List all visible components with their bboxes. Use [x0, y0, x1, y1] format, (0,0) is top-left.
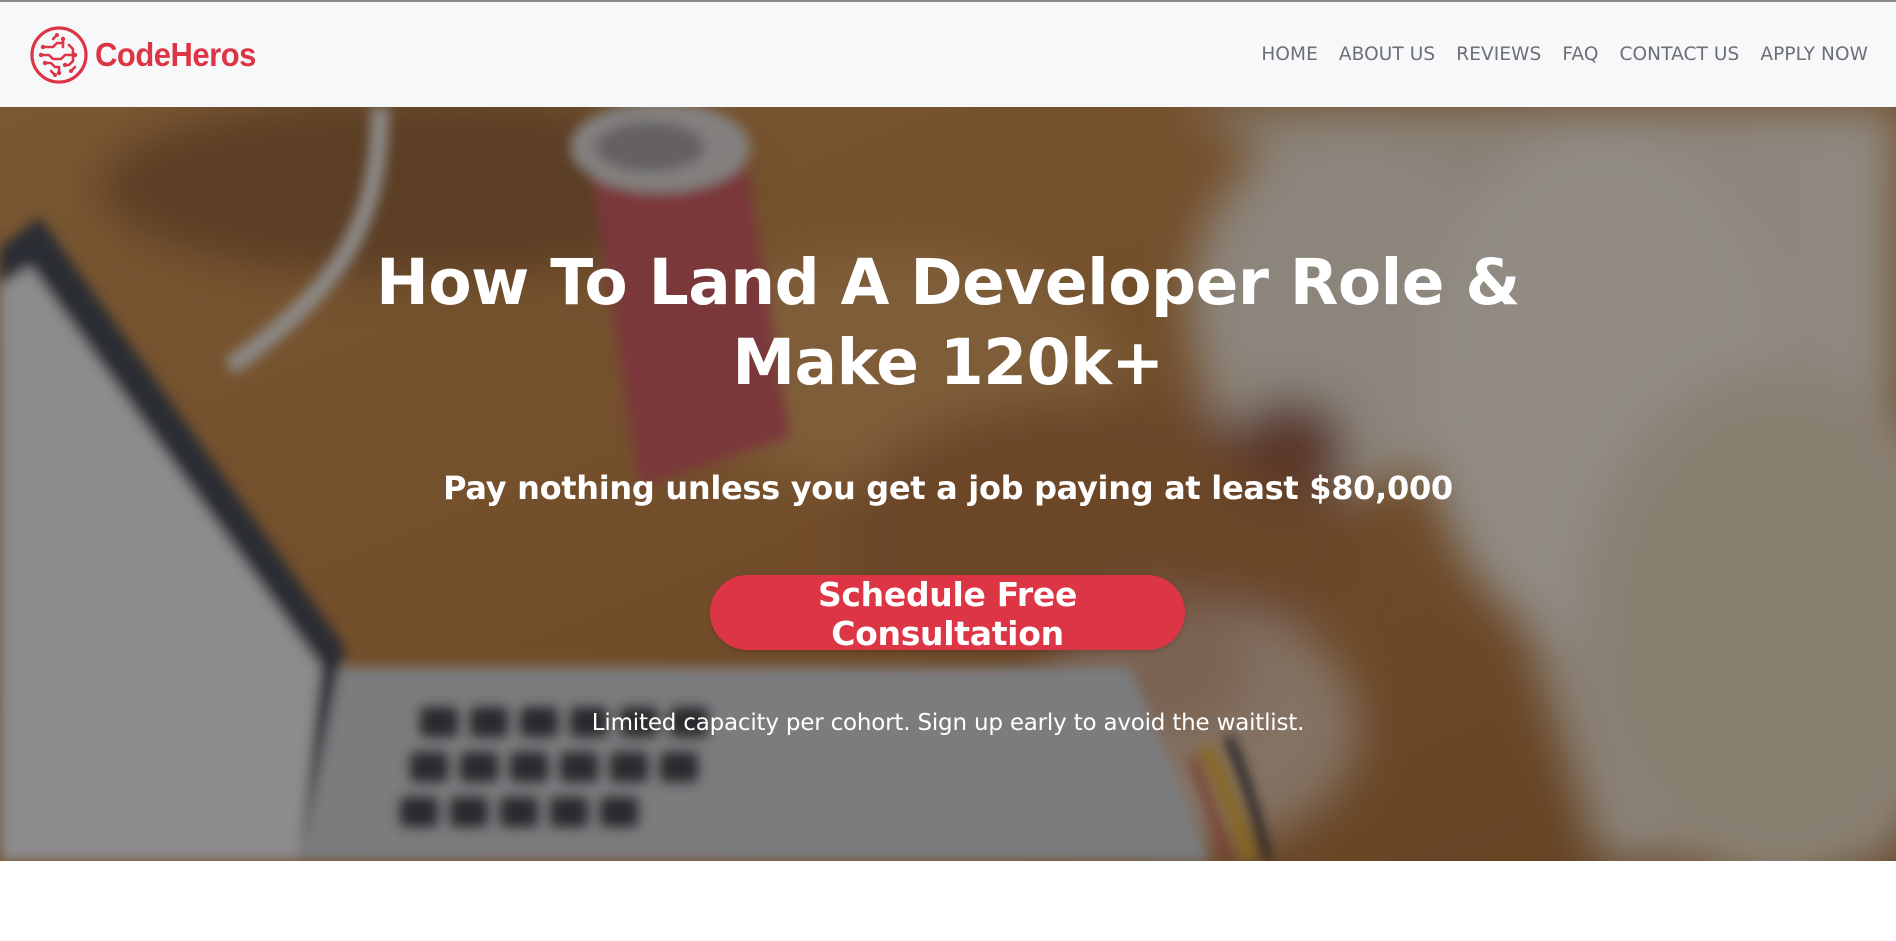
nav-link-home[interactable]: HOME	[1261, 44, 1318, 65]
nav-link-faq[interactable]: FAQ	[1562, 44, 1598, 65]
brand-link[interactable]: CodeHeros	[29, 25, 256, 85]
nav-item-about-us: ABOUT US	[1339, 44, 1435, 65]
hero-title: How To Land A Developer Role & Make 120k…	[376, 246, 1520, 399]
nav-link-about-us[interactable]: ABOUT US	[1339, 44, 1435, 65]
navbar: CodeHeros HOME ABOUT US REVIEWS FAQ CONT…	[0, 2, 1896, 107]
nav-menu: HOME ABOUT US REVIEWS FAQ CONTACT US APP…	[1240, 44, 1868, 65]
hero-subtitle: Pay nothing unless you get a job paying …	[443, 469, 1453, 507]
brand-name: CodeHeros	[95, 35, 256, 73]
nav-link-reviews[interactable]: REVIEWS	[1456, 44, 1541, 65]
schedule-consultation-button[interactable]: Schedule Free Consultation	[710, 575, 1185, 653]
nav-link-contact-us[interactable]: CONTACT US	[1620, 44, 1740, 65]
nav-item-home: HOME	[1261, 44, 1318, 65]
nav-link-apply-now[interactable]: APPLY NOW	[1760, 44, 1868, 65]
hero-note: Limited capacity per cohort. Sign up ear…	[591, 710, 1305, 736]
nav-item-apply-now: APPLY NOW	[1760, 44, 1868, 65]
nav-item-contact-us: CONTACT US	[1620, 44, 1740, 65]
hero-section: How To Land A Developer Role & Make 120k…	[0, 107, 1896, 861]
nav-item-reviews: REVIEWS	[1456, 44, 1541, 65]
circuit-logo-icon	[30, 25, 88, 84]
hero-content: How To Land A Developer Role & Make 120k…	[0, 107, 1896, 861]
nav-item-faq: FAQ	[1562, 44, 1598, 65]
